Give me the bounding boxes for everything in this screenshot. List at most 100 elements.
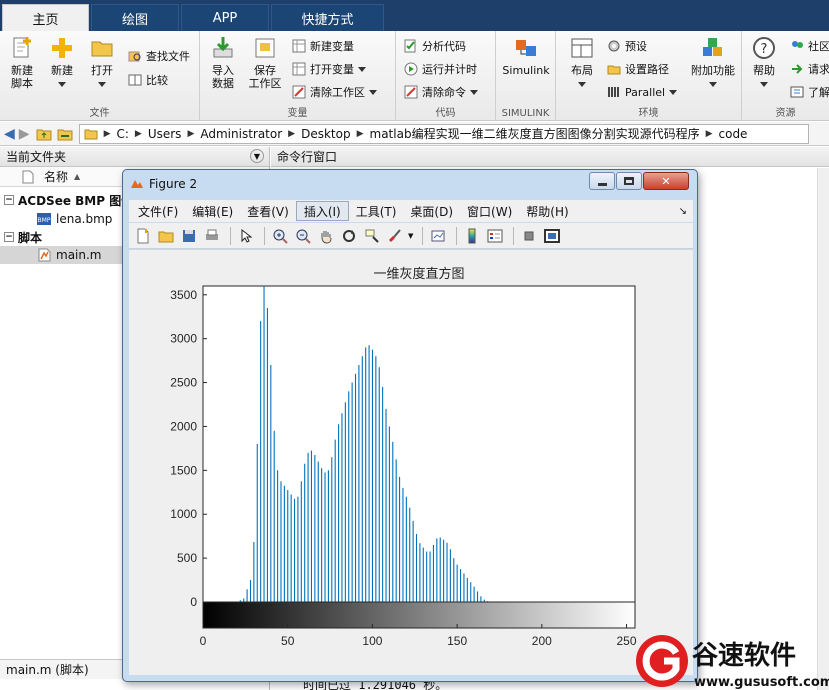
run-and-time-button[interactable]: 运行并计时 bbox=[404, 60, 477, 78]
new-script-button[interactable]: 新建 脚本 bbox=[2, 35, 42, 90]
save-workspace-button[interactable]: 保存 工作区 bbox=[245, 35, 285, 90]
address-field[interactable]: ▶ C: ▶ Users ▶ Administrator ▶ Desktop ▶… bbox=[78, 123, 809, 144]
learn-button[interactable]: 了解 bbox=[790, 83, 829, 101]
rotate-3d-icon[interactable] bbox=[339, 226, 359, 246]
hide-plot-tools-icon[interactable] bbox=[519, 226, 539, 246]
toolbar-separator bbox=[456, 226, 458, 245]
show-plot-tools-icon[interactable] bbox=[542, 226, 562, 246]
collapse-toggle-icon[interactable]: − bbox=[4, 195, 14, 205]
legend-icon[interactable] bbox=[485, 226, 505, 246]
forward-arrow-icon[interactable]: ▶ bbox=[19, 126, 30, 142]
figure-window[interactable]: Figure 2 ✕ 文件(F) 编辑(E) 查看(V) 插入(I) 工具(T)… bbox=[122, 169, 698, 682]
compare-button[interactable]: 比较 bbox=[128, 71, 168, 89]
figure-canvas[interactable]: 一维灰度直方图 0 500 1000 1500 2000 2500 3000 3500 0 50… bbox=[129, 250, 693, 675]
menu-insert[interactable]: 插入(I) bbox=[295, 201, 349, 221]
tree-group-label: ACDSee BMP 图像 bbox=[18, 193, 134, 208]
simulink-icon bbox=[516, 40, 536, 56]
set-path-button[interactable]: 设置路径 bbox=[607, 60, 669, 78]
analyze-code-button[interactable]: 分析代码 bbox=[404, 37, 466, 55]
zoom-in-icon[interactable] bbox=[270, 226, 290, 246]
link-plot-icon[interactable] bbox=[428, 226, 448, 246]
histogram-bar bbox=[358, 365, 360, 602]
menu-help[interactable]: 帮助(H) bbox=[519, 201, 575, 221]
up-folder-icon[interactable] bbox=[36, 127, 52, 141]
parallel-button[interactable]: Parallel bbox=[607, 83, 677, 101]
select-arrow-icon[interactable] bbox=[236, 226, 256, 246]
tab-apps[interactable]: APP bbox=[181, 4, 269, 31]
histogram-bar bbox=[290, 494, 292, 602]
menu-desktop[interactable]: 桌面(D) bbox=[403, 201, 460, 221]
find-files-button[interactable]: 查找文件 bbox=[128, 47, 190, 65]
breadcrumb-users[interactable]: Users bbox=[148, 127, 182, 141]
minimize-button[interactable] bbox=[589, 172, 615, 190]
open-variable-button[interactable]: 打开变量 bbox=[292, 60, 366, 78]
menu-view[interactable]: 查看(V) bbox=[240, 201, 296, 221]
save-icon[interactable] bbox=[179, 226, 199, 246]
menu-edit[interactable]: 编辑(E) bbox=[185, 201, 240, 221]
help-button[interactable]: ? 帮助 bbox=[744, 35, 784, 90]
preferences-button[interactable]: 预设 bbox=[607, 37, 647, 55]
menu-window[interactable]: 窗口(W) bbox=[460, 201, 519, 221]
data-cursor-icon[interactable] bbox=[362, 226, 382, 246]
tree-group-script[interactable]: − 脚本 bbox=[4, 228, 42, 246]
clear-workspace-button[interactable]: 清除工作区 bbox=[292, 83, 377, 101]
browse-folder-icon[interactable] bbox=[57, 127, 73, 141]
histogram-bar bbox=[426, 551, 428, 602]
histogram-bar bbox=[456, 564, 458, 602]
open-button[interactable]: 打开 bbox=[82, 35, 122, 90]
tab-shortcuts[interactable]: 快捷方式 bbox=[271, 4, 384, 31]
collapse-toggle-icon[interactable]: − bbox=[4, 232, 14, 242]
colorbar-icon[interactable] bbox=[462, 226, 482, 246]
new-figure-icon[interactable] bbox=[133, 226, 153, 246]
figure-title-bar[interactable]: Figure 2 ✕ bbox=[123, 170, 697, 198]
new-button[interactable]: 新建 bbox=[42, 35, 82, 90]
preferences-label: 预设 bbox=[625, 40, 647, 53]
brush-dropdown-icon[interactable]: ▼ bbox=[408, 232, 413, 240]
open-variable-icon bbox=[292, 62, 306, 76]
tab-plots[interactable]: 绘图 bbox=[91, 4, 179, 31]
breadcrumb-desktop[interactable]: Desktop bbox=[301, 127, 351, 141]
tab-home[interactable]: 主页 bbox=[2, 4, 89, 31]
panel-menu-icon[interactable]: ▼ bbox=[250, 149, 264, 163]
open-file-icon[interactable] bbox=[156, 226, 176, 246]
request-support-button[interactable]: 请求 bbox=[790, 60, 829, 78]
minimize-icon bbox=[597, 182, 607, 186]
brush-icon[interactable] bbox=[385, 226, 405, 246]
histogram-bar bbox=[270, 365, 272, 602]
import-data-button[interactable]: 导入 数据 bbox=[203, 35, 243, 90]
help-label: 帮助 bbox=[753, 64, 775, 77]
open-folder-icon bbox=[91, 41, 113, 57]
breadcrumb-project-folder[interactable]: matlab编程实现一维二维灰度直方图图像分割实现源代码程序 bbox=[370, 125, 700, 142]
new-variable-button[interactable]: 新建变量 bbox=[292, 37, 354, 55]
clear-commands-button[interactable]: 清除命令 bbox=[404, 83, 478, 101]
menu-overflow-icon[interactable]: ↘ bbox=[679, 206, 687, 217]
tree-group-bmp[interactable]: − ACDSee BMP 图像 bbox=[4, 191, 133, 209]
histogram-bar bbox=[246, 589, 248, 602]
back-arrow-icon[interactable]: ◀ bbox=[4, 126, 15, 142]
menu-tools[interactable]: 工具(T) bbox=[349, 201, 404, 221]
scrollbar[interactable] bbox=[817, 168, 829, 690]
breadcrumb-code[interactable]: code bbox=[719, 127, 748, 141]
simulink-button[interactable]: Simulink bbox=[502, 35, 550, 77]
name-column-header[interactable]: 名称 bbox=[44, 168, 68, 185]
histogram-bar bbox=[422, 547, 424, 602]
histogram-bar bbox=[260, 321, 262, 602]
close-button[interactable]: ✕ bbox=[643, 172, 689, 190]
histogram-bar bbox=[460, 569, 462, 602]
addons-button[interactable]: 附加功能 bbox=[688, 35, 738, 90]
print-icon[interactable] bbox=[202, 226, 222, 246]
maximize-button[interactable] bbox=[616, 172, 642, 190]
breadcrumb-c-drive[interactable]: C: bbox=[116, 127, 128, 141]
histogram-chart[interactable]: 一维灰度直方图 0 500 1000 1500 2000 2500 3000 3500 0 50… bbox=[129, 250, 693, 675]
layout-button[interactable]: 布局 bbox=[562, 35, 602, 90]
histogram-bar bbox=[266, 307, 268, 602]
pan-hand-icon[interactable] bbox=[316, 226, 336, 246]
histogram-bar bbox=[273, 430, 275, 602]
menu-file[interactable]: 文件(F) bbox=[131, 201, 185, 221]
file-item-lena[interactable]: BMP lena.bmp bbox=[36, 210, 112, 228]
command-window-header: 命令行窗口 bbox=[271, 147, 829, 167]
zoom-out-icon[interactable] bbox=[293, 226, 313, 246]
community-button[interactable]: 社区 bbox=[790, 37, 829, 55]
breadcrumb-administrator[interactable]: Administrator bbox=[200, 127, 282, 141]
toolbar-separator bbox=[513, 226, 515, 245]
